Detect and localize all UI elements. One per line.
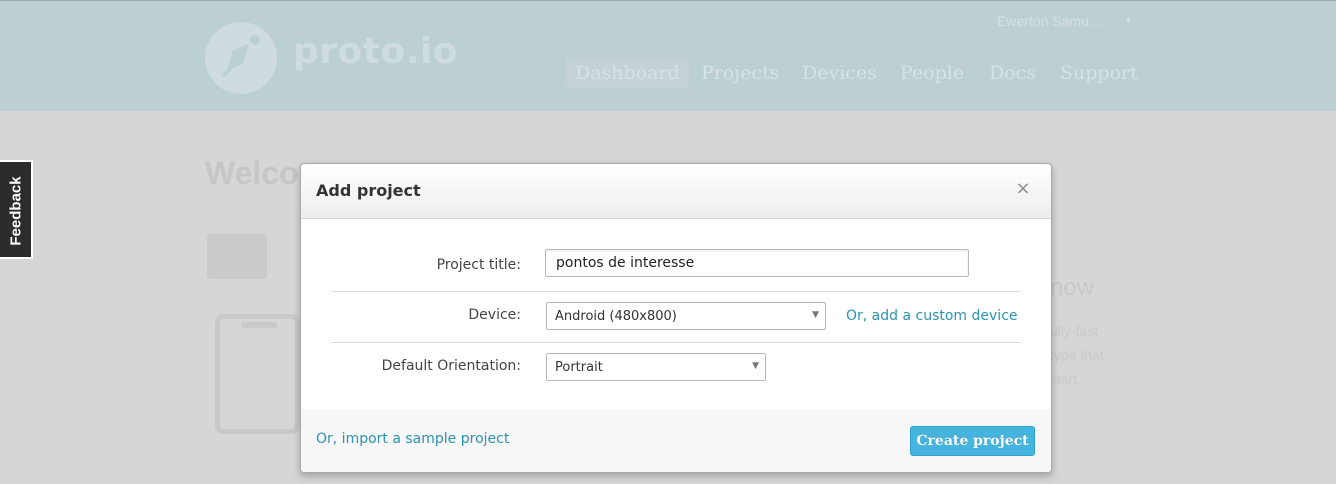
feedback-tab[interactable]: Feedback [0,160,33,259]
orientation-row: Default Orientation: Portrait ▼ [331,343,1021,393]
create-project-button[interactable]: Create project [910,426,1035,456]
chat-illustration-icon [207,234,267,279]
side-text-line: ully-fast [1050,323,1099,339]
add-project-dialog: Add project × Project title: Device: And… [300,163,1052,473]
close-icon[interactable]: × [1014,180,1032,198]
user-menu-name[interactable]: Ewerton Samu... [997,13,1101,29]
proto-io-logo-icon[interactable] [205,22,277,94]
dialog-footer: Or, import a sample project Create proje… [301,409,1051,472]
nav-docs[interactable]: Docs [989,62,1036,94]
orientation-select-value: Portrait [555,360,603,375]
tablet-illustration-icon [215,314,300,434]
side-text-line: type that [1050,347,1104,363]
side-text-line: start. [1050,371,1082,387]
add-custom-device-link[interactable]: Or, add a custom device [846,308,1018,324]
logo-text[interactable]: proto.io [293,31,458,72]
side-heading: now [1050,274,1095,301]
nav-people[interactable]: People [900,62,964,94]
nav-projects[interactable]: Projects [701,62,779,94]
feedback-label: Feedback [7,176,25,246]
nav-support[interactable]: Support [1060,62,1138,94]
orientation-select[interactable]: Portrait ▼ [546,353,766,381]
device-label: Device: [468,307,521,323]
tablet-speaker-icon [241,322,277,328]
import-sample-project-link[interactable]: Or, import a sample project [316,431,509,447]
welcome-heading: Welco [205,155,299,191]
project-title-label: Project title: [436,257,521,273]
chevron-down-icon: ▼ [812,310,819,320]
device-row: Device: Android (480x800) ▼ Or, add a cu… [331,292,1021,343]
orientation-label: Default Orientation: [381,358,521,374]
nav-dashboard[interactable]: Dashboard [566,58,689,88]
dialog-header: Add project × [301,164,1051,219]
chevron-down-icon[interactable]: ▾ [1126,15,1131,26]
chevron-down-icon: ▼ [752,361,759,371]
top-header: proto.io Ewerton Samu... ▾ Dashboard Pro… [0,0,1336,111]
nav-devices[interactable]: Devices [802,62,877,94]
project-title-input[interactable] [545,249,969,277]
device-select-value: Android (480x800) [555,309,677,324]
dialog-title: Add project [316,181,421,200]
project-title-row: Project title: [331,241,1021,292]
device-select[interactable]: Android (480x800) ▼ [546,302,826,330]
